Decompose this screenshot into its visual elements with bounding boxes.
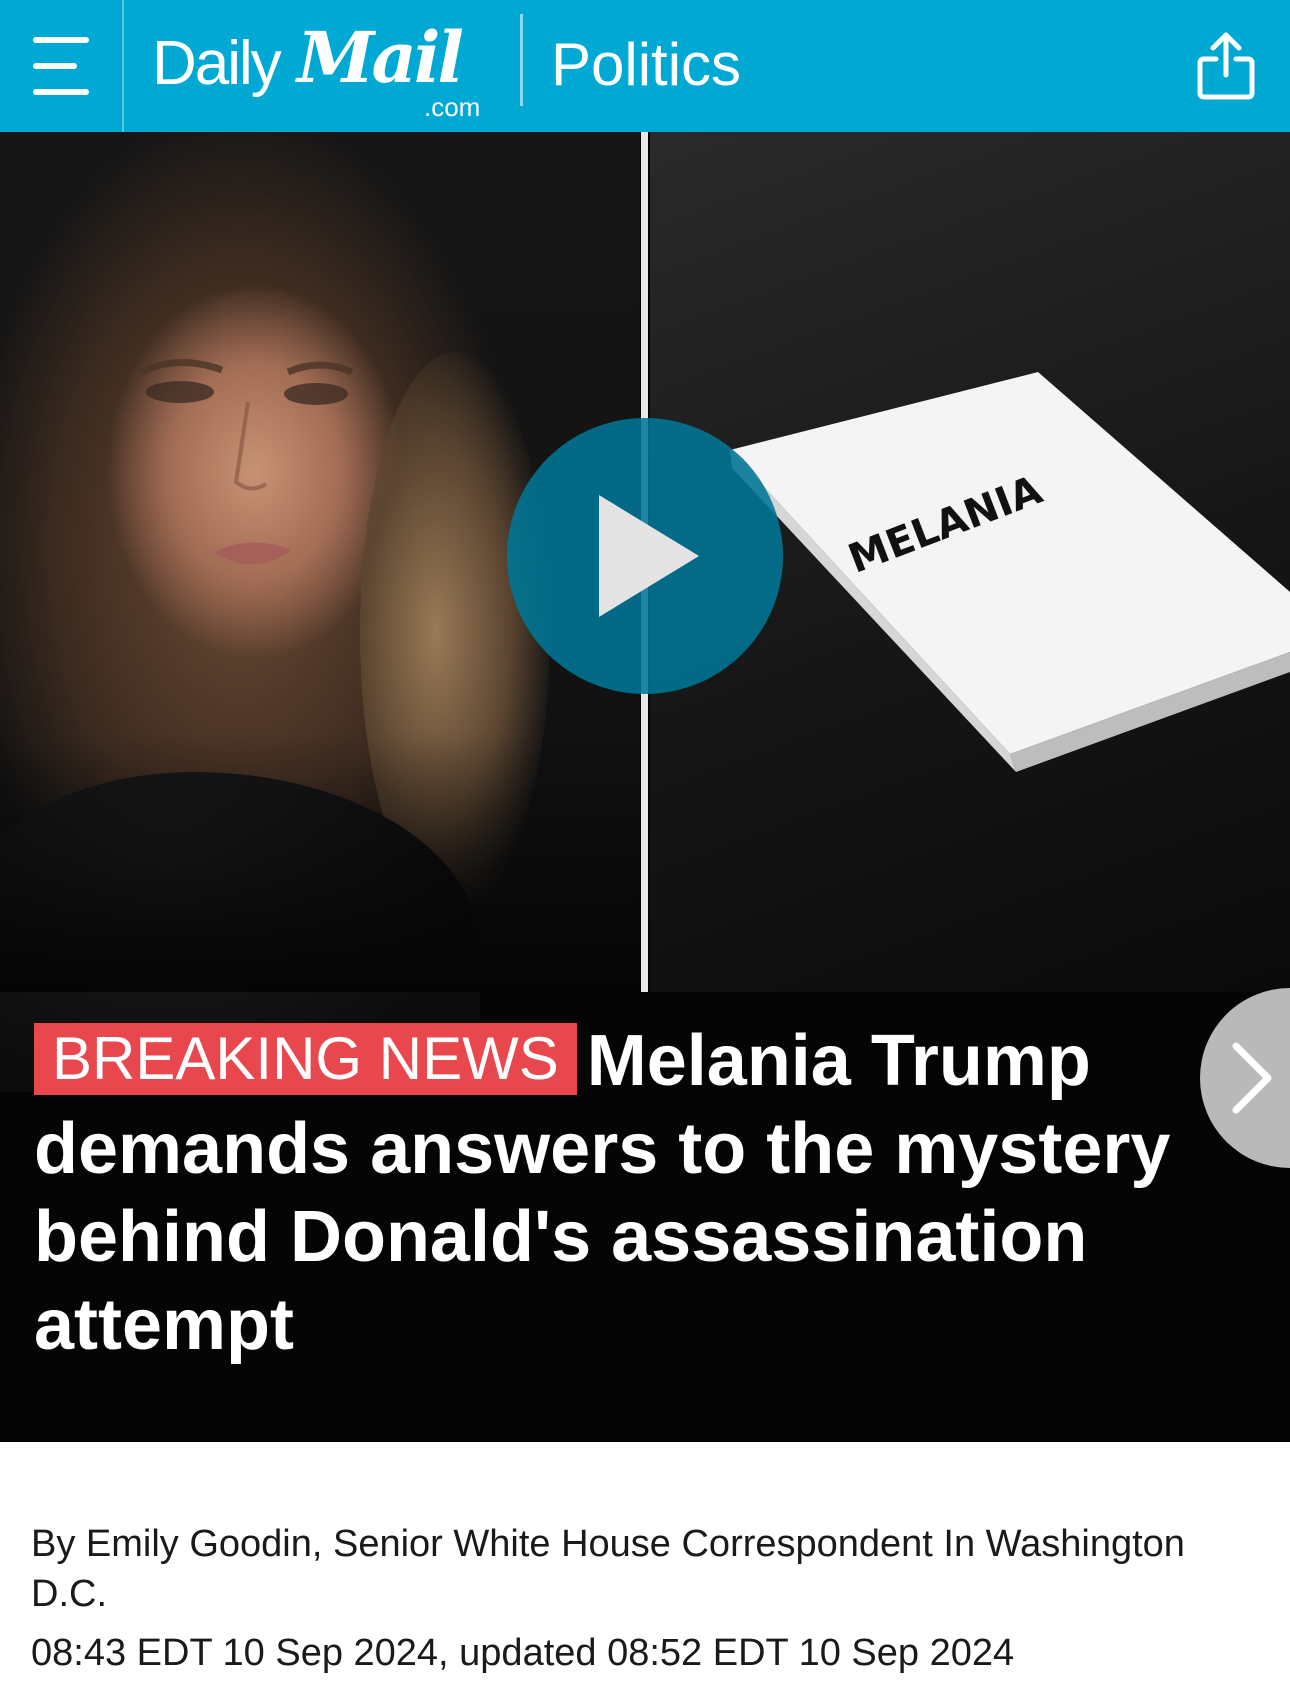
- play-icon: [599, 495, 699, 617]
- logo-daily-text: Daily: [152, 29, 282, 98]
- headline: BREAKING NEWS Melania Trump demands answe…: [34, 1017, 1204, 1369]
- logo-mail-text: Mail: [297, 16, 464, 99]
- logo-com-text: .com: [424, 92, 481, 122]
- menu-button[interactable]: [0, 0, 124, 132]
- article-timestamp: 08:43 EDT 10 Sep 2024, updated 08:52 EDT…: [31, 1632, 1015, 1674]
- section-title[interactable]: Politics: [551, 30, 741, 99]
- next-article-button[interactable]: [1200, 988, 1290, 1168]
- hero-video[interactable]: MELANIA BREAKING NEWS Melania Trump deman…: [0, 132, 1290, 1442]
- play-video-button[interactable]: [507, 418, 783, 694]
- share-button[interactable]: [1188, 24, 1264, 108]
- article-byline: By Emily Goodin, Senior White House Corr…: [31, 1523, 1185, 1615]
- hamburger-menu-icon: [33, 37, 89, 95]
- share-icon: [1197, 32, 1255, 100]
- header-divider: [520, 14, 523, 106]
- breaking-news-badge: BREAKING NEWS: [34, 1023, 577, 1095]
- top-navigation-bar: Daily Mail .com Politics: [0, 0, 1290, 132]
- chevron-right-icon: [1232, 1042, 1272, 1114]
